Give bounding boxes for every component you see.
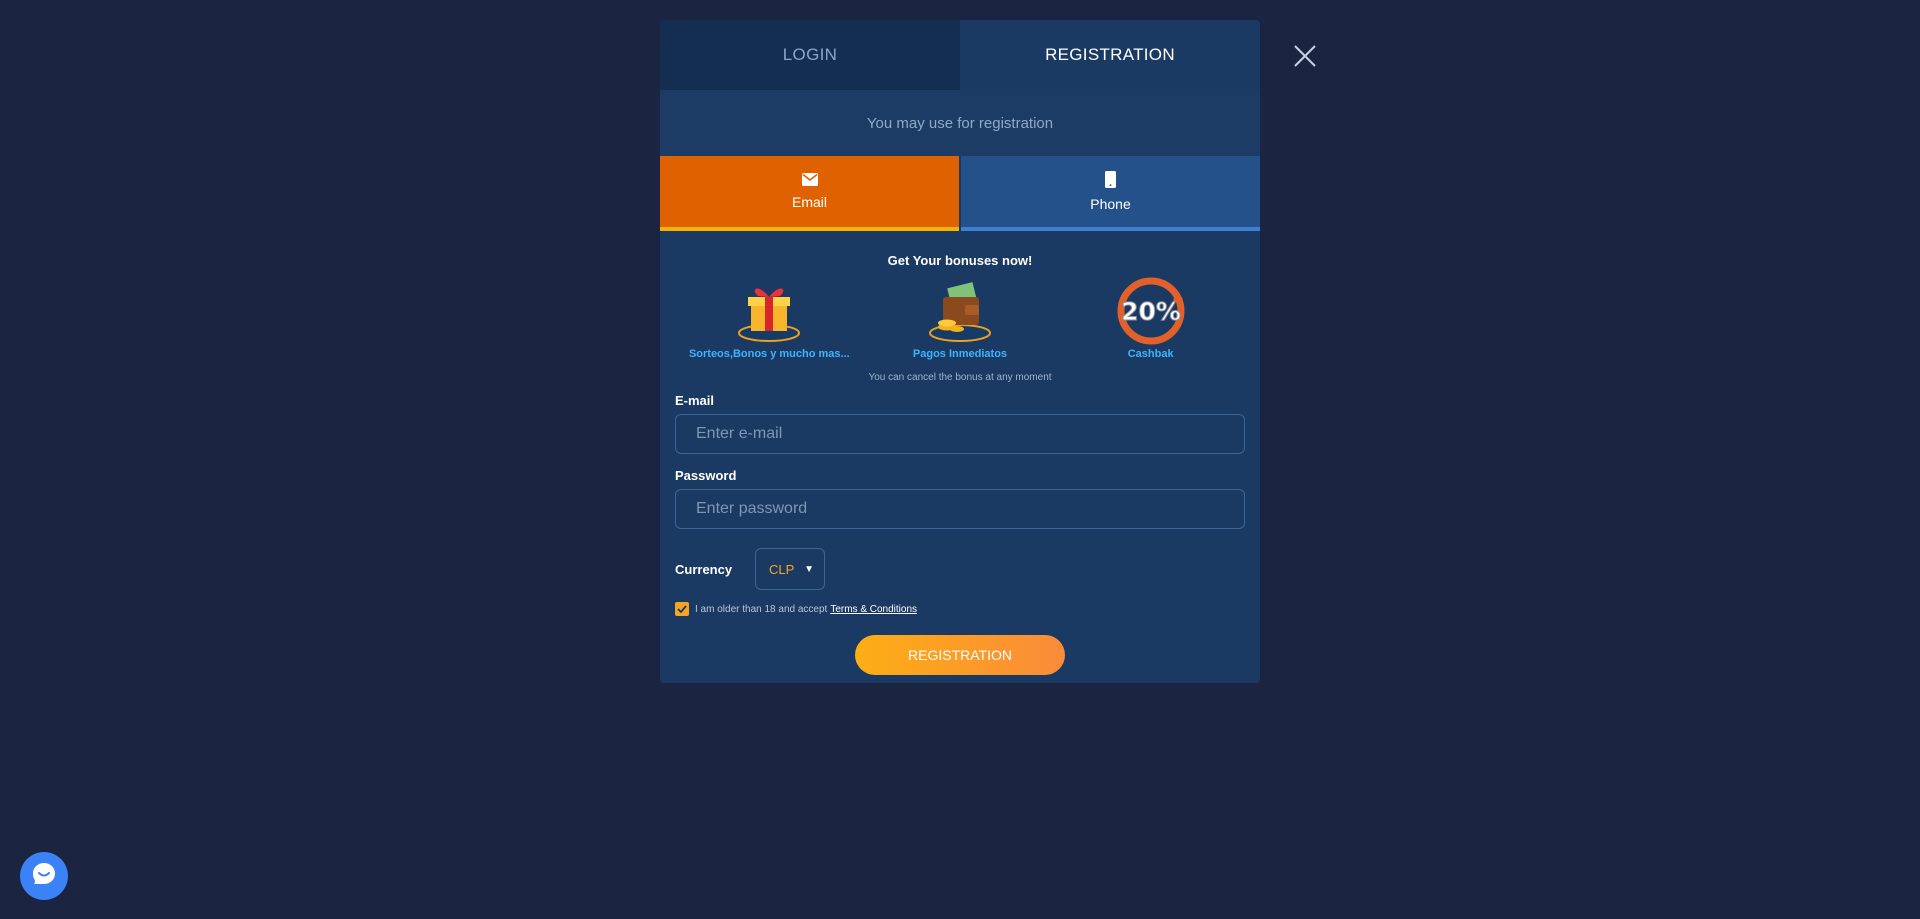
bonus-label: Cashbak (1127, 348, 1174, 360)
bonus-item[interactable]: Pagos Inmediatos (870, 278, 1050, 360)
tab-registration[interactable]: REGISTRATION (960, 20, 1260, 90)
checkmark-icon (677, 605, 687, 613)
close-icon[interactable] (1293, 44, 1317, 68)
registration-modal: LOGIN REGISTRATION You may use for regis… (660, 20, 1260, 683)
cashback-20-percent-icon: 20% (1115, 277, 1187, 345)
currency-select[interactable]: CLP ▼ (755, 548, 825, 590)
registration-form: E-mail Password Currency CLP ▼ I am olde… (660, 393, 1260, 675)
bonus-item[interactable]: 20% Cashbak (1061, 277, 1241, 360)
bonus-label: Sorteos,Bonos y mucho mas... (688, 348, 850, 360)
bonus-title: Get Your bonuses now! (887, 253, 1033, 268)
method-phone-label: Phone (1090, 196, 1131, 212)
terms-checkbox[interactable] (675, 602, 689, 616)
terms-link[interactable]: Terms & Conditions (830, 604, 917, 615)
email-label: E-mail (675, 393, 715, 408)
wallet-icon (924, 278, 996, 344)
phone-icon (1105, 171, 1116, 188)
auth-tabs: LOGIN REGISTRATION (660, 20, 1260, 90)
chat-support-button[interactable] (20, 852, 68, 900)
email-field[interactable] (675, 414, 1245, 454)
password-label: Password (675, 468, 737, 483)
chevron-down-icon: ▼ (804, 563, 814, 575)
chat-bubble-icon (31, 861, 57, 892)
registration-method-tabs: Email Phone (660, 156, 1260, 231)
bonus-label: Pagos Inmediatos (912, 348, 1008, 360)
method-email-label: Email (791, 194, 827, 210)
bonus-list: Sorteos,Bonos y mucho mas... Pagos Inmed… (660, 277, 1260, 360)
currency-value: CLP (769, 561, 795, 577)
registration-submit-button[interactable]: REGISTRATION (855, 635, 1065, 675)
currency-label: Currency (675, 561, 733, 577)
terms-text: I am older than 18 and accept (695, 603, 828, 615)
currency-row: Currency CLP ▼ (675, 548, 1245, 590)
password-field[interactable] (675, 489, 1245, 529)
method-tab-phone[interactable]: Phone (961, 156, 1260, 231)
method-tab-email[interactable]: Email (660, 156, 959, 231)
bonus-cancel-note: You can cancel the bonus at any moment (868, 372, 1052, 383)
envelope-icon (801, 173, 818, 186)
tab-login[interactable]: LOGIN (660, 20, 960, 90)
gift-icon (733, 278, 805, 344)
terms-row: I am older than 18 and accept Terms & Co… (675, 602, 1245, 616)
registration-hint: You may use for registration (660, 90, 1260, 156)
cashback-badge-text: 20% (1121, 297, 1181, 326)
bonus-item[interactable]: Sorteos,Bonos y mucho mas... (679, 278, 859, 360)
